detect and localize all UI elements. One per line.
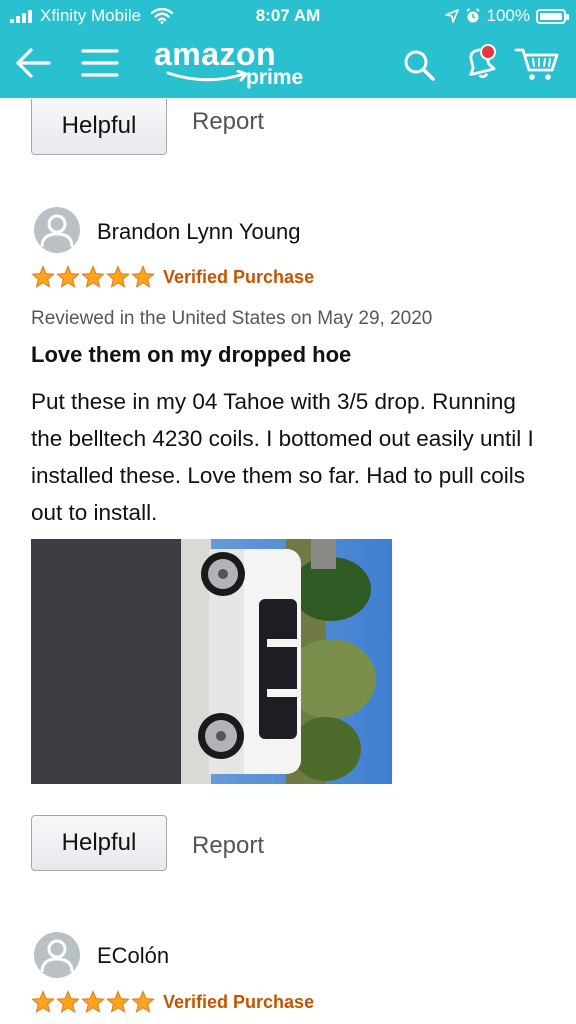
back-arrow-icon[interactable] xyxy=(14,46,52,80)
user-avatar-icon xyxy=(40,939,74,973)
star-icon xyxy=(131,265,155,288)
star-icon xyxy=(81,990,105,1013)
location-icon xyxy=(444,9,459,23)
alarm-icon xyxy=(465,8,480,23)
avatar xyxy=(34,932,80,978)
amazon-prime-logo[interactable]: amazon prime xyxy=(150,36,310,92)
helpful-button-previous[interactable]: Helpful xyxy=(31,99,167,155)
star-icon xyxy=(56,265,80,288)
battery-icon xyxy=(536,8,569,24)
verified-purchase-badge: Verified Purchase xyxy=(163,992,315,1012)
review-date: Reviewed in the United States on May 29,… xyxy=(31,308,433,329)
app-header: Xfinity Mobile 8:07 AM 100% amazon prime xyxy=(0,0,576,98)
star-rating xyxy=(31,990,155,1014)
status-bar: Xfinity Mobile 8:07 AM 100% xyxy=(0,0,576,32)
helpful-button[interactable]: Helpful xyxy=(31,815,167,871)
cart-icon[interactable] xyxy=(514,46,560,82)
logo-smile-icon xyxy=(166,70,248,82)
reviewer-name[interactable]: EColón xyxy=(97,943,169,969)
menu-icon[interactable] xyxy=(80,46,120,80)
review-photo[interactable] xyxy=(31,539,392,784)
star-icon xyxy=(81,265,105,288)
truck-photo-image xyxy=(31,539,392,784)
review-title: Love them on my dropped hoe xyxy=(31,342,352,367)
nav-bar: amazon prime xyxy=(0,34,576,94)
star-icon xyxy=(31,265,55,288)
star-icon xyxy=(106,265,130,288)
star-icon xyxy=(131,990,155,1013)
bell-icon[interactable] xyxy=(460,42,500,82)
star-icon xyxy=(56,990,80,1013)
search-icon[interactable] xyxy=(402,48,436,82)
verified-purchase-badge: Verified Purchase xyxy=(163,267,315,287)
star-icon xyxy=(31,990,55,1013)
star-rating xyxy=(31,265,155,289)
report-link-previous[interactable]: Report xyxy=(192,108,264,136)
review-body: Put these in my 04 Tahoe with 3/5 drop. … xyxy=(31,389,534,525)
star-icon xyxy=(106,990,130,1013)
status-right: 100% xyxy=(444,6,569,26)
reviewer-name[interactable]: Brandon Lynn Young xyxy=(97,219,301,245)
battery-percent: 100% xyxy=(486,6,530,25)
report-link[interactable]: Report xyxy=(192,832,264,860)
user-avatar-icon xyxy=(40,214,74,248)
avatar xyxy=(34,207,80,253)
logo-prime: prime xyxy=(246,66,304,89)
